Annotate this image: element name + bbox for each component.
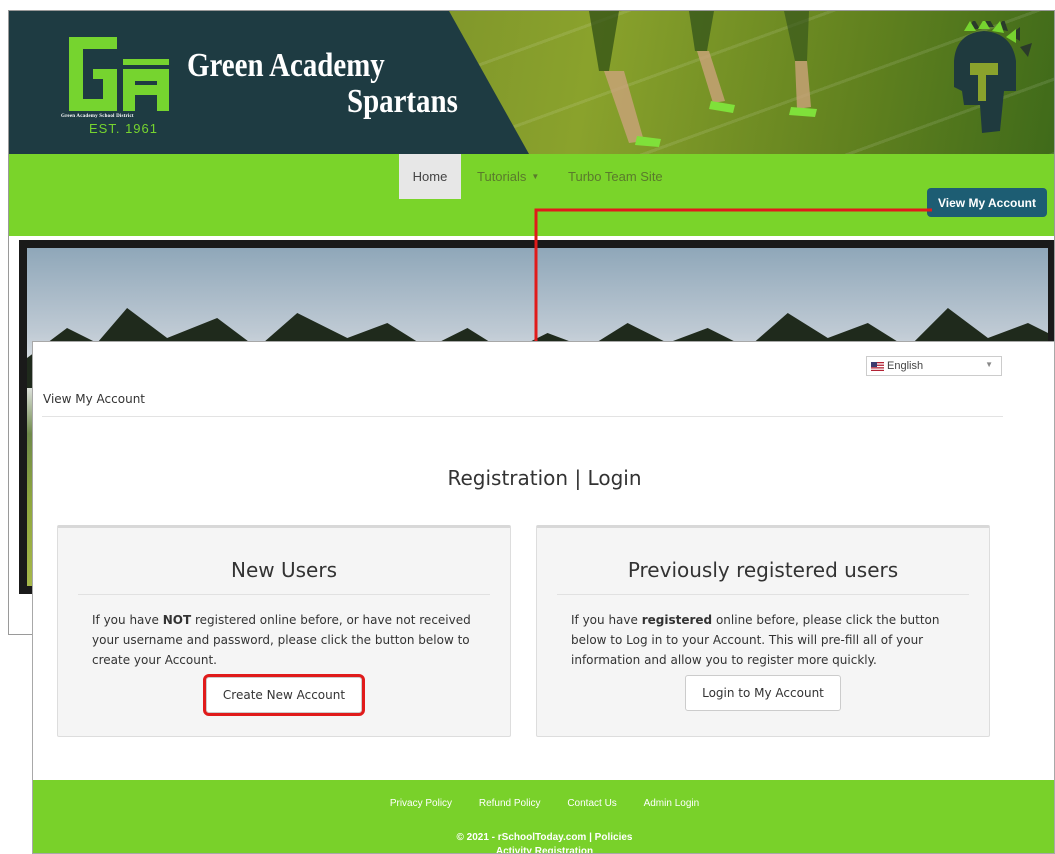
new-users-description: If you have NOT registered online before… xyxy=(92,610,484,670)
text-fragment: If you have xyxy=(92,613,163,627)
footer-link-refund[interactable]: Refund Policy xyxy=(479,798,541,809)
site-title-line2: Spartans xyxy=(347,83,458,120)
footer-link-admin-login[interactable]: Admin Login xyxy=(644,798,700,809)
caret-down-icon: ▼ xyxy=(531,172,540,181)
previous-users-title: Previously registered users xyxy=(627,558,899,582)
new-users-panel: New Users If you have NOT registered onl… xyxy=(57,525,511,737)
footer-link-privacy[interactable]: Privacy Policy xyxy=(390,798,452,809)
established-label: EST. 1961 xyxy=(89,121,158,136)
runners-image xyxy=(589,11,817,147)
previous-users-description: If you have registered online before, pl… xyxy=(571,610,963,670)
page-footer: Privacy Policy Refund Policy Contact Us … xyxy=(33,780,1054,854)
language-select[interactable]: English ▼ xyxy=(866,356,1002,376)
text-emphasis: NOT xyxy=(162,613,192,627)
breadcrumb-divider xyxy=(42,416,1003,417)
header-banner: Green Academy School District EST. 1961 … xyxy=(9,11,1054,154)
caret-down-icon: ▼ xyxy=(985,360,993,369)
nav-tutorials-label: Tutorials xyxy=(477,169,527,184)
text-fragment: If you have xyxy=(571,613,642,627)
create-new-account-button[interactable]: Create New Account xyxy=(203,674,365,716)
school-district-label: Green Academy School District xyxy=(61,114,134,119)
us-flag-icon xyxy=(871,361,884,371)
previous-users-panel: Previously registered users If you have … xyxy=(536,525,990,737)
account-modal: English ▼ View My Account Registration |… xyxy=(32,341,1055,854)
panel-divider xyxy=(557,594,969,595)
page-title: Registration | Login xyxy=(447,466,642,490)
navigation-bar: Home Tutorials ▼ Turbo Team Site xyxy=(9,154,1054,236)
panel-divider xyxy=(78,594,490,595)
footer-link-contact[interactable]: Contact Us xyxy=(567,798,616,809)
nav-tutorials-menu[interactable]: Tutorials ▼ xyxy=(477,154,539,199)
footer-activity-registration: Activity Registration xyxy=(495,846,594,854)
text-emphasis: registered xyxy=(641,613,713,627)
spartan-helmet-icon xyxy=(954,21,1032,133)
nav-turbo-team-link[interactable]: Turbo Team Site xyxy=(568,154,663,199)
page-breadcrumb: View My Account xyxy=(43,392,146,406)
login-to-my-account-button[interactable]: Login to My Account xyxy=(685,675,841,711)
site-title-line1: Green Academy xyxy=(187,47,385,84)
view-my-account-button[interactable]: View My Account xyxy=(927,188,1047,217)
new-users-title: New Users xyxy=(231,558,337,582)
footer-links: Privacy Policy Refund Policy Contact Us … xyxy=(33,798,1054,809)
language-label: English xyxy=(887,360,924,372)
footer-copyright: © 2021 - rSchoolToday.com | Policies xyxy=(456,832,633,843)
nav-home-link[interactable]: Home xyxy=(399,154,461,199)
